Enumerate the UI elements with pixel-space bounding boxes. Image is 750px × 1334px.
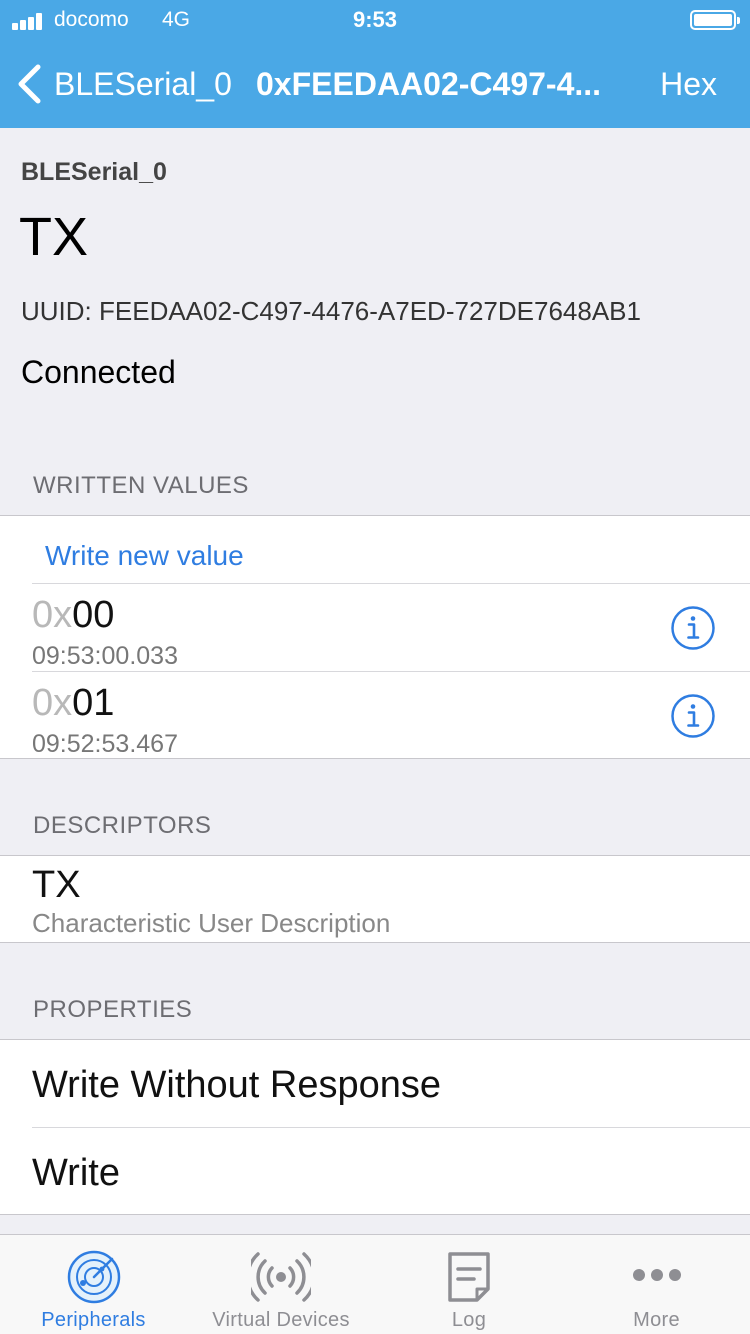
tab-peripherals[interactable]: Peripherals [0,1235,187,1334]
tab-label: Peripherals [41,1309,146,1331]
peripheral-name: BLESerial_0 [21,158,167,186]
nav-title: 0xFEEDAA02-C497-4... [256,66,602,102]
write-new-value-link[interactable]: Write new value [45,540,244,572]
tab-bar: Peripherals Virtual Devices Log More [0,1234,750,1334]
characteristic-name: TX [19,207,89,267]
log-icon [448,1252,490,1302]
chevron-left-icon [18,64,41,104]
properties-group: Write Without Response Write [0,1039,750,1215]
written-values-group: Write new value 0x00 09:53:00.033 0x01 0… [0,515,750,759]
tab-label: Virtual Devices [212,1309,350,1331]
battery-icon [690,10,740,30]
more-icon [632,1269,681,1281]
value-timestamp: 09:52:53.467 [32,730,178,758]
connection-status: Connected [21,354,176,390]
written-value-row[interactable]: 0x00 09:53:00.033 [0,584,750,671]
descriptor-subtitle: Characteristic User Description [32,908,391,938]
written-value: 0x01 [32,682,114,725]
hex-toggle-button[interactable]: Hex [660,66,717,103]
property-label: Write Without Response [32,1064,442,1106]
properties-header: PROPERTIES [33,996,193,1023]
status-time: 9:53 [352,7,398,32]
back-button-label: BLESerial_0 [54,65,232,102]
value-timestamp: 09:53:00.033 [32,642,178,670]
value-digits: 01 [72,682,115,724]
back-button[interactable]: BLESerial_0 [16,62,232,106]
broadcast-icon [251,1252,311,1302]
characteristic-uuid: UUID: FEEDAA02-C497-4476-A7ED-727DE7648A… [21,296,641,326]
radar-icon [67,1250,120,1304]
info-icon[interactable] [670,605,716,651]
navigation-bar: docomo 4G 9:53 BLESerial_0 0xFEEDAA02-C4… [0,0,750,128]
property-row: Write [0,1128,750,1215]
descriptor-title: TX [32,864,81,906]
tab-log[interactable]: Log [375,1235,563,1334]
tab-virtual-devices[interactable]: Virtual Devices [187,1235,375,1334]
written-value: 0x00 [32,594,114,637]
value-prefix: 0x [32,594,73,636]
info-icon[interactable] [670,693,716,739]
value-digits: 00 [72,594,115,636]
property-row: Write Without Response [0,1040,750,1127]
status-bar: docomo 4G 9:53 [0,0,750,40]
descriptors-header: DESCRIPTORS [33,812,212,839]
descriptor-row[interactable]: TX Characteristic User Description [0,856,750,942]
tab-label: Log [451,1309,487,1331]
value-prefix: 0x [32,682,73,724]
written-value-row[interactable]: 0x01 09:52:53.467 [0,672,750,759]
tab-label: More [633,1309,680,1331]
written-values-header: WRITTEN VALUES [33,472,249,499]
tab-more[interactable]: More [563,1235,750,1334]
write-new-value-row[interactable]: Write new value [0,516,750,583]
descriptors-group: TX Characteristic User Description [0,855,750,943]
property-label: Write [32,1152,120,1194]
